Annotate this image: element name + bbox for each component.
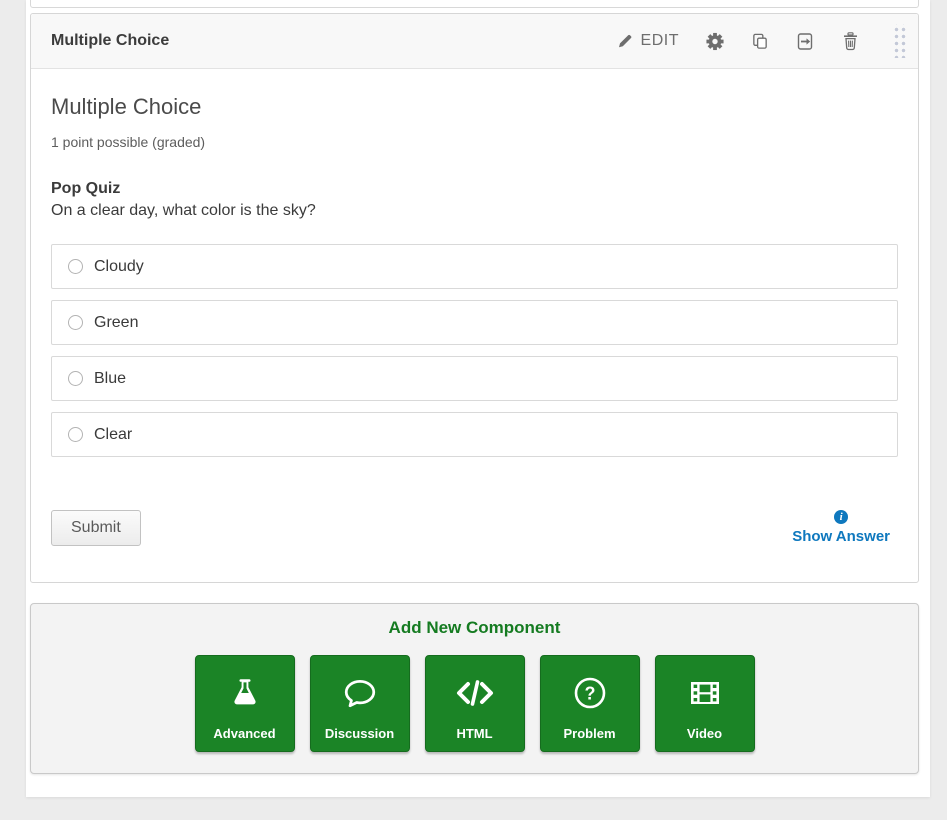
add-new-component-title: Add New Component bbox=[31, 618, 918, 638]
show-answer-link[interactable]: Show Answer bbox=[792, 528, 890, 545]
problem-points: 1 point possible (graded) bbox=[51, 134, 898, 150]
show-answer-block: i Show Answer bbox=[792, 510, 890, 545]
problem-actions: Submit i Show Answer bbox=[51, 510, 898, 546]
unit-content-column: Multiple Choice EDIT bbox=[26, 0, 930, 797]
previous-component-edge bbox=[30, 0, 919, 8]
component-title: Multiple Choice bbox=[51, 32, 169, 50]
option-label: Clear bbox=[94, 426, 132, 444]
duplicate-button[interactable] bbox=[751, 32, 769, 50]
add-problem-button[interactable]: ? Problem bbox=[540, 655, 640, 752]
move-button[interactable] bbox=[796, 32, 814, 50]
add-advanced-button[interactable]: Advanced bbox=[195, 655, 295, 752]
option-label: Cloudy bbox=[94, 258, 144, 276]
radio-button[interactable] bbox=[68, 427, 83, 442]
component-header: Multiple Choice EDIT bbox=[31, 14, 918, 69]
radio-button[interactable] bbox=[68, 259, 83, 274]
component-actions: EDIT bbox=[616, 24, 906, 58]
film-icon bbox=[687, 673, 723, 713]
copy-icon bbox=[751, 32, 769, 50]
flask-icon bbox=[228, 673, 262, 713]
delete-button[interactable] bbox=[841, 32, 859, 50]
pencil-icon bbox=[616, 32, 634, 50]
page: Multiple Choice EDIT bbox=[0, 0, 947, 820]
option-row[interactable]: Cloudy bbox=[51, 244, 898, 289]
problem-heading: Multiple Choice bbox=[51, 94, 898, 119]
component-type-buttons: Advanced Discussion bbox=[31, 655, 918, 752]
component-button-label: HTML bbox=[456, 726, 492, 741]
component-button-label: Advanced bbox=[213, 726, 275, 741]
problem-body: Multiple Choice 1 point possible (graded… bbox=[31, 94, 918, 546]
settings-button[interactable] bbox=[706, 32, 724, 50]
trash-icon bbox=[841, 32, 859, 50]
option-label: Green bbox=[94, 314, 138, 332]
option-row[interactable]: Green bbox=[51, 300, 898, 345]
options-list: Cloudy Green Blue Clear bbox=[51, 244, 898, 457]
add-video-button[interactable]: Video bbox=[655, 655, 755, 752]
code-icon bbox=[455, 673, 495, 713]
svg-text:?: ? bbox=[584, 684, 595, 704]
component-button-label: Problem bbox=[563, 726, 615, 741]
move-icon bbox=[796, 32, 814, 50]
question-circle-icon: ? bbox=[572, 673, 608, 713]
quiz-question: On a clear day, what color is the sky? bbox=[51, 202, 898, 220]
component-button-label: Discussion bbox=[325, 726, 394, 741]
radio-button[interactable] bbox=[68, 315, 83, 330]
quiz-title: Pop Quiz bbox=[51, 180, 898, 198]
info-icon: i bbox=[834, 510, 848, 524]
option-row[interactable]: Clear bbox=[51, 412, 898, 457]
radio-button[interactable] bbox=[68, 371, 83, 386]
component-button-label: Video bbox=[687, 726, 722, 741]
drag-handle-icon[interactable] bbox=[892, 24, 906, 58]
edit-button-label: EDIT bbox=[641, 32, 679, 50]
add-html-button[interactable]: HTML bbox=[425, 655, 525, 752]
option-row[interactable]: Blue bbox=[51, 356, 898, 401]
add-new-component-panel: Add New Component Advanced bbox=[30, 603, 919, 774]
comment-icon bbox=[342, 673, 378, 713]
option-label: Blue bbox=[94, 370, 126, 388]
gear-icon bbox=[706, 32, 724, 50]
edit-button[interactable]: EDIT bbox=[616, 32, 679, 50]
add-discussion-button[interactable]: Discussion bbox=[310, 655, 410, 752]
multiple-choice-component: Multiple Choice EDIT bbox=[30, 13, 919, 583]
submit-button[interactable]: Submit bbox=[51, 510, 141, 546]
